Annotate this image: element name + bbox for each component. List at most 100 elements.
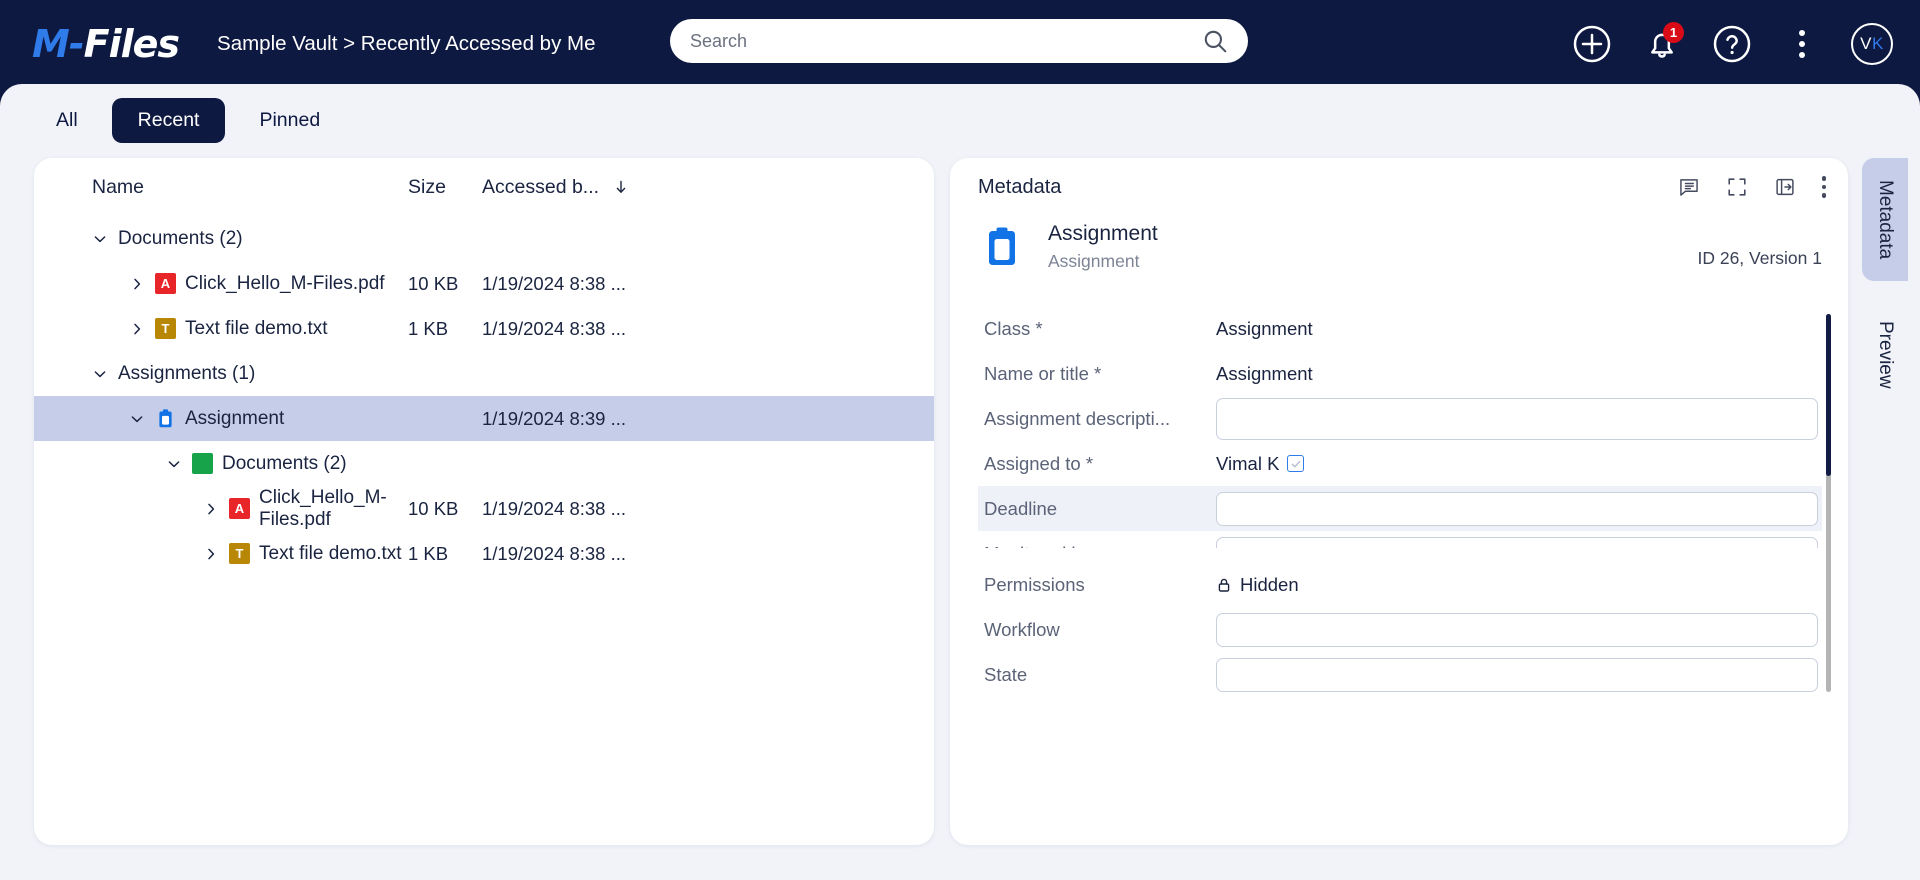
- table-row[interactable]: Assignments (1): [34, 351, 934, 396]
- metadata-scrollbar-thumb[interactable]: [1826, 314, 1831, 476]
- metadata-panel: Metadata: [950, 158, 1848, 845]
- help-button[interactable]: [1710, 22, 1754, 66]
- text-file-icon: [155, 318, 176, 339]
- table-row[interactable]: Click_Hello_M-Files.pdf10 KB1/19/2024 8:…: [34, 486, 934, 531]
- field-label: Monitored by: [978, 543, 1216, 549]
- table-row[interactable]: Documents (2): [34, 441, 934, 486]
- table-row[interactable]: Documents (2): [34, 216, 934, 261]
- chevron-right-icon[interactable]: [203, 546, 219, 562]
- logo-word-files: Files: [84, 22, 179, 66]
- row-expand-toggle[interactable]: [92, 366, 118, 382]
- metadata-panel-tools: [1678, 176, 1827, 198]
- tab-recent[interactable]: Recent: [112, 98, 226, 143]
- table-row[interactable]: Text file demo.txt 1 KB1/19/2024 8:38 ...: [34, 531, 934, 576]
- file-list-rows: Documents (2)Click_Hello_M-Files.pdf10 K…: [34, 216, 934, 576]
- fullscreen-icon[interactable]: [1726, 176, 1748, 198]
- row-expand-toggle[interactable]: [129, 321, 155, 337]
- row-expand-toggle[interactable]: [92, 231, 118, 247]
- metadata-field-row: Assignment descripti...: [978, 396, 1822, 441]
- metadata-field-row: Class *Assignment: [978, 306, 1822, 351]
- row-name: Click_Hello_M-Files.pdf: [185, 273, 385, 295]
- metadata-fields: Class *AssignmentName or title *Assignme…: [950, 306, 1848, 548]
- field-label: Name or title *: [978, 363, 1216, 385]
- metadata-panel-header: Metadata: [950, 158, 1848, 216]
- row-size: 1 KB: [408, 318, 482, 340]
- side-tab-preview[interactable]: Preview: [1862, 299, 1908, 411]
- row-expand-toggle[interactable]: [129, 411, 155, 427]
- side-tab-metadata[interactable]: Metadata: [1862, 158, 1908, 281]
- field-input[interactable]: [1216, 492, 1818, 526]
- row-expand-toggle[interactable]: [166, 456, 192, 472]
- field-value-container: [1216, 658, 1822, 692]
- documents-collection-icon: [192, 453, 213, 474]
- field-value-container: [1216, 613, 1822, 647]
- field-value-container: Hidden: [1216, 574, 1822, 596]
- metadata-field-row: Deadline: [978, 486, 1822, 531]
- pdf-file-icon: [229, 498, 250, 519]
- metadata-field-row: State: [978, 652, 1822, 697]
- comments-icon[interactable]: [1678, 176, 1700, 198]
- avatar-initial-k: K: [1872, 34, 1884, 54]
- table-row[interactable]: Assignment1/19/2024 8:39 ...: [34, 396, 934, 441]
- checkmark-icon: [1290, 458, 1302, 470]
- row-name: Text file demo.txt: [259, 543, 402, 565]
- row-expand-toggle[interactable]: [203, 546, 229, 562]
- assignment-clipboard-icon: [978, 223, 1026, 271]
- chevron-right-icon[interactable]: [129, 276, 145, 292]
- create-button[interactable]: [1570, 22, 1614, 66]
- help-circle-icon: [1712, 24, 1752, 64]
- metadata-object-text: Assignment Assignment: [1048, 222, 1697, 272]
- field-label: State: [978, 664, 1216, 686]
- breadcrumb[interactable]: Sample Vault > Recently Accessed by Me: [217, 32, 596, 56]
- tab-all[interactable]: All: [30, 98, 104, 143]
- row-accessed-date: 1/19/2024 8:38 ...: [482, 543, 626, 565]
- metadata-object-class: Assignment: [1048, 251, 1697, 272]
- top-bar-actions: 1 VK: [1570, 0, 1894, 88]
- field-input[interactable]: [1216, 658, 1818, 692]
- field-input[interactable]: [1216, 537, 1818, 549]
- plus-circle-icon: [1572, 24, 1612, 64]
- assigned-to-checkbox[interactable]: [1287, 455, 1304, 472]
- table-row[interactable]: Click_Hello_M-Files.pdf10 KB1/19/2024 8:…: [34, 261, 934, 306]
- metadata-more-options-icon[interactable]: [1822, 176, 1827, 198]
- assignment-clipboard-icon: [155, 408, 176, 429]
- sort-descending-icon[interactable]: [613, 179, 629, 195]
- field-value-container: Vimal K: [1216, 453, 1822, 475]
- chevron-down-icon[interactable]: [92, 366, 108, 382]
- table-row[interactable]: Text file demo.txt1 KB1/19/2024 8:38 ...: [34, 306, 934, 351]
- row-expand-toggle[interactable]: [203, 501, 229, 517]
- m-files-logo[interactable]: M-Files: [32, 22, 179, 66]
- field-input[interactable]: [1216, 398, 1818, 440]
- field-value: Vimal K: [1216, 453, 1279, 475]
- metadata-field-row: PermissionsHidden: [978, 562, 1822, 607]
- field-label: Workflow: [978, 619, 1216, 641]
- column-header-size[interactable]: Size: [408, 176, 482, 199]
- notifications-button[interactable]: 1: [1640, 22, 1684, 66]
- chevron-down-icon[interactable]: [129, 411, 145, 427]
- field-label: Deadline: [978, 498, 1216, 520]
- field-value-container: Assignment: [1216, 363, 1822, 385]
- row-expand-toggle[interactable]: [129, 276, 155, 292]
- tab-pinned[interactable]: Pinned: [233, 98, 346, 143]
- field-input[interactable]: [1216, 613, 1818, 647]
- column-header-accessed-by[interactable]: Accessed b...: [482, 176, 629, 199]
- chevron-down-icon[interactable]: [166, 456, 182, 472]
- search-input[interactable]: [690, 31, 1202, 52]
- column-header-name[interactable]: Name: [92, 176, 408, 199]
- row-size: 1 KB: [408, 543, 482, 565]
- chevron-right-icon[interactable]: [203, 501, 219, 517]
- metadata-field-row: Monitored by: [978, 531, 1822, 548]
- search-bar[interactable]: [670, 19, 1248, 63]
- more-options-button[interactable]: [1780, 22, 1824, 66]
- metadata-field-row: Workflow: [978, 607, 1822, 652]
- collapse-panel-icon[interactable]: [1774, 176, 1796, 198]
- user-avatar-button[interactable]: VK: [1850, 22, 1894, 66]
- search-icon[interactable]: [1202, 28, 1228, 54]
- metadata-fields-scroll-area[interactable]: Class *AssignmentName or title *Assignme…: [950, 306, 1848, 548]
- field-label: Assigned to *: [978, 453, 1216, 475]
- chevron-right-icon[interactable]: [129, 321, 145, 337]
- row-name: Assignment: [185, 408, 284, 430]
- chevron-down-icon[interactable]: [92, 231, 108, 247]
- row-size: 10 KB: [408, 498, 482, 520]
- avatar-initial-v: V: [1860, 34, 1872, 54]
